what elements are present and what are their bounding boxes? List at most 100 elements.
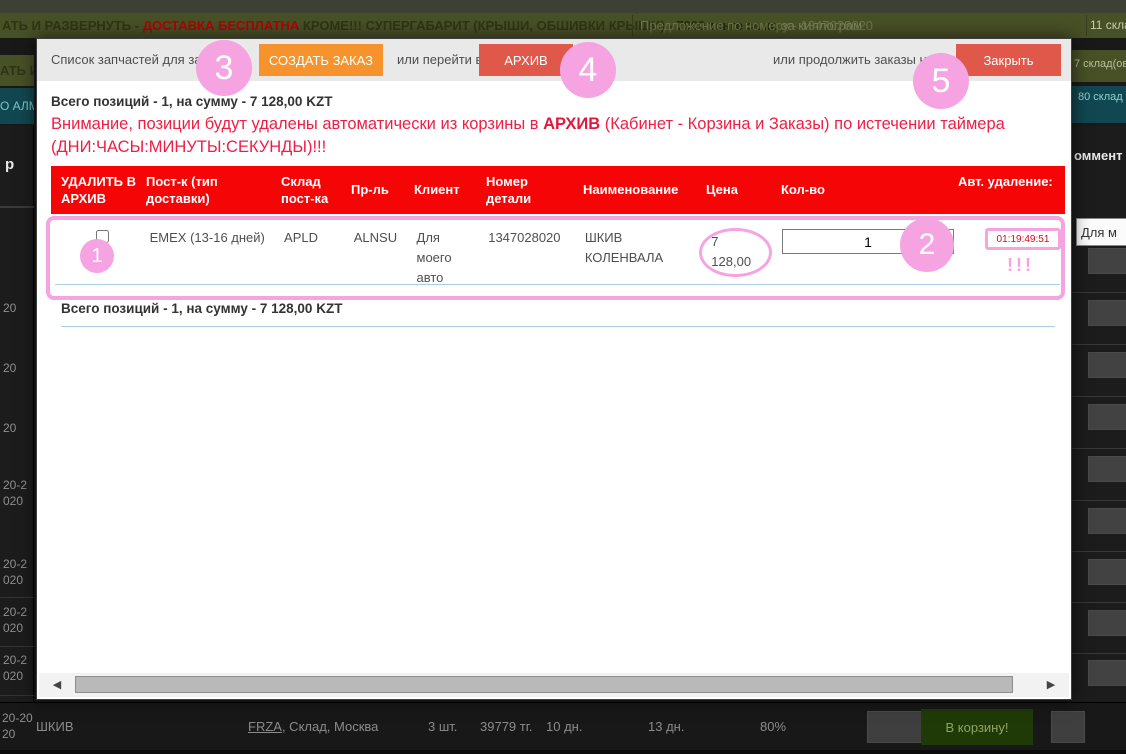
delivery-info-bar-2: АТЬ И Р bbox=[0, 55, 34, 86]
row-divider bbox=[1072, 448, 1126, 449]
scroll-left-arrow-icon[interactable]: ◀ bbox=[47, 675, 67, 695]
or-continue-label: или продолжить заказы нах bbox=[773, 52, 940, 67]
table-row-date: 20-2020 bbox=[3, 652, 33, 684]
page-bottom-strip bbox=[0, 750, 1126, 754]
annotation-circle-5: 5 bbox=[913, 53, 969, 109]
horizontal-scrollbar[interactable]: ◀ ▶ bbox=[39, 673, 1069, 697]
offer-supplier: FRZA, Склад, Москва bbox=[248, 719, 378, 734]
table-row-date: 20-2020 bbox=[3, 556, 33, 588]
row-divider bbox=[0, 646, 34, 647]
table-row-date: 20 bbox=[3, 300, 33, 316]
row-divider bbox=[1072, 551, 1126, 552]
scroll-right-arrow-icon[interactable]: ▶ bbox=[1041, 675, 1061, 695]
annotation-circle-2: 2 bbox=[900, 218, 954, 272]
col-header-name: Наименование bbox=[573, 166, 696, 214]
comment-input-dark[interactable] bbox=[1088, 660, 1126, 686]
offer-days-max: 13 дн. bbox=[648, 719, 684, 734]
timer-alert-marks: !!! bbox=[1007, 255, 1060, 275]
cart-summary-bottom: Всего позиций - 1, на сумму - 7 128,00 K… bbox=[61, 301, 1055, 327]
row-divider bbox=[1072, 344, 1126, 345]
table-row-date: 20 bbox=[3, 360, 33, 376]
offer-days-min: 10 дн. bbox=[546, 719, 582, 734]
column-divider bbox=[1086, 15, 1087, 36]
col-header-warehouse: Склад пост-ка bbox=[271, 166, 341, 214]
col-header-auto-delete: Авт. удаление: bbox=[948, 166, 1059, 214]
comment-input-dark[interactable] bbox=[1088, 559, 1126, 585]
row-divider bbox=[1072, 653, 1126, 654]
offers-table-left-edge: р 20 20 20 20-2020 20-2020 20-2020 20-20… bbox=[0, 126, 34, 702]
cell-price: 7 128,00 bbox=[697, 222, 772, 288]
comment-input-dark[interactable] bbox=[1088, 404, 1126, 430]
archive-bold-text: АРХИВ bbox=[543, 115, 600, 133]
row-divider bbox=[1072, 602, 1126, 603]
offer-date: 20-2020 bbox=[2, 710, 34, 742]
col-header-part-number: Номер детали bbox=[476, 166, 573, 214]
offers-table-right-edge: оммент bbox=[1072, 126, 1126, 702]
cell-part-number: 1347028020 bbox=[478, 222, 575, 288]
annotation-price-oval: 7 128,00 bbox=[699, 228, 772, 277]
cart-warning-text: Внимание, позиции будут удалены автомати… bbox=[51, 113, 1021, 159]
modal-title: Список запчастей для зак bbox=[51, 52, 207, 67]
divider bbox=[0, 206, 34, 208]
offer-part-name: ШКИВ bbox=[36, 719, 74, 734]
warehouse-count-label: 11 склад(ов bbox=[1090, 13, 1126, 38]
cell-auto-delete: 01:19:49:51 !!! bbox=[949, 222, 1060, 288]
cell-warehouse: APLD bbox=[274, 222, 344, 288]
region-bar-left: О АЛМА bbox=[0, 88, 34, 124]
price-value: 7 128,00 bbox=[711, 234, 751, 269]
offer-number-label: Предложение по номеру - 1347028020 bbox=[640, 13, 873, 38]
or-goto-label: или перейти в bbox=[397, 52, 482, 67]
col-header-qty: Кол-во bbox=[771, 166, 948, 214]
annotation-circle-4: 4 bbox=[560, 42, 616, 98]
offer-probability: 80% bbox=[760, 719, 786, 734]
row-divider bbox=[55, 284, 1060, 285]
table-row-date: 20-2020 bbox=[3, 477, 33, 509]
archive-button[interactable]: АРХИВ bbox=[479, 44, 573, 76]
col-header-brand: Пр-ль bbox=[341, 166, 404, 214]
warehouse-count-label-2: 7 склад(ов) bbox=[1072, 50, 1126, 82]
col-header-client: Клиент bbox=[404, 166, 476, 214]
left-column-header: р bbox=[5, 156, 14, 173]
supplier-link[interactable]: FRZA bbox=[248, 719, 282, 734]
comment-input-dark[interactable] bbox=[1088, 456, 1126, 482]
offer-extra-input[interactable] bbox=[1051, 711, 1085, 743]
comment-input[interactable] bbox=[1076, 218, 1126, 246]
offer-row: 20-2020 ШКИВ FRZA, Склад, Москва 3 шт. 3… bbox=[0, 702, 1126, 750]
comment-column-header: оммент bbox=[1074, 148, 1122, 163]
add-to-cart-button[interactable]: В корзину! bbox=[921, 709, 1033, 745]
comment-input-dark[interactable] bbox=[1088, 508, 1126, 534]
annotation-timer-box: 01:19:49:51 bbox=[985, 228, 1061, 250]
comment-input-dark[interactable] bbox=[1088, 248, 1126, 274]
page-top-strip bbox=[0, 0, 1126, 13]
col-header-delete: УДАЛИТЬ В АРХИВ bbox=[51, 166, 136, 214]
comment-input-dark[interactable] bbox=[1088, 352, 1126, 378]
annotation-circle-3: 3 bbox=[196, 40, 252, 96]
row-divider bbox=[1072, 292, 1126, 293]
close-button[interactable]: Закрыть bbox=[956, 44, 1061, 76]
cart-modal: Список запчастей для зак СОЗДАТЬ ЗАКАЗ и… bbox=[36, 38, 1072, 700]
timer-value: 01:19:49:51 bbox=[997, 234, 1050, 245]
row-divider bbox=[0, 695, 34, 696]
cell-brand: ALNSU bbox=[344, 222, 407, 288]
scrollbar-thumb[interactable] bbox=[75, 676, 1013, 693]
annotation-circle-1: 1 bbox=[80, 239, 114, 273]
comment-input-dark[interactable] bbox=[1088, 300, 1126, 326]
warehouse-count-teal: 80 склад bbox=[1072, 86, 1126, 123]
cell-supplier: EMEX (13-16 дней) bbox=[140, 222, 274, 288]
table-row-date: 20-2020 bbox=[3, 604, 33, 636]
create-order-button[interactable]: СОЗДАТЬ ЗАКАЗ bbox=[259, 44, 383, 76]
col-header-supplier: Пост-к (тип доставки) bbox=[136, 166, 271, 214]
row-divider bbox=[0, 597, 34, 598]
cart-table-header: УДАЛИТЬ В АРХИВ Пост-к (тип доставки) Ск… bbox=[51, 166, 1065, 214]
column-divider bbox=[632, 15, 633, 36]
offer-price: 39779 тг. bbox=[480, 719, 532, 734]
delivery-info-bar: АТЬ И РАЗВЕРНУТЬ - ДОСТАВКА БЕСПЛАТНА КР… bbox=[0, 13, 1126, 38]
offer-qty: 3 шт. bbox=[428, 719, 457, 734]
free-delivery-text: ДОСТАВКА БЕСПЛАТНА bbox=[143, 18, 300, 33]
col-header-price: Цена bbox=[696, 166, 771, 214]
row-divider bbox=[1072, 500, 1126, 501]
cell-name: ШКИВ КОЛЕНВАЛА bbox=[575, 222, 697, 288]
cart-summary-top: Всего позиций - 1, на сумму - 7 128,00 K… bbox=[51, 94, 332, 109]
table-row-date: 20 bbox=[3, 420, 33, 436]
comment-input-dark[interactable] bbox=[1088, 610, 1126, 636]
